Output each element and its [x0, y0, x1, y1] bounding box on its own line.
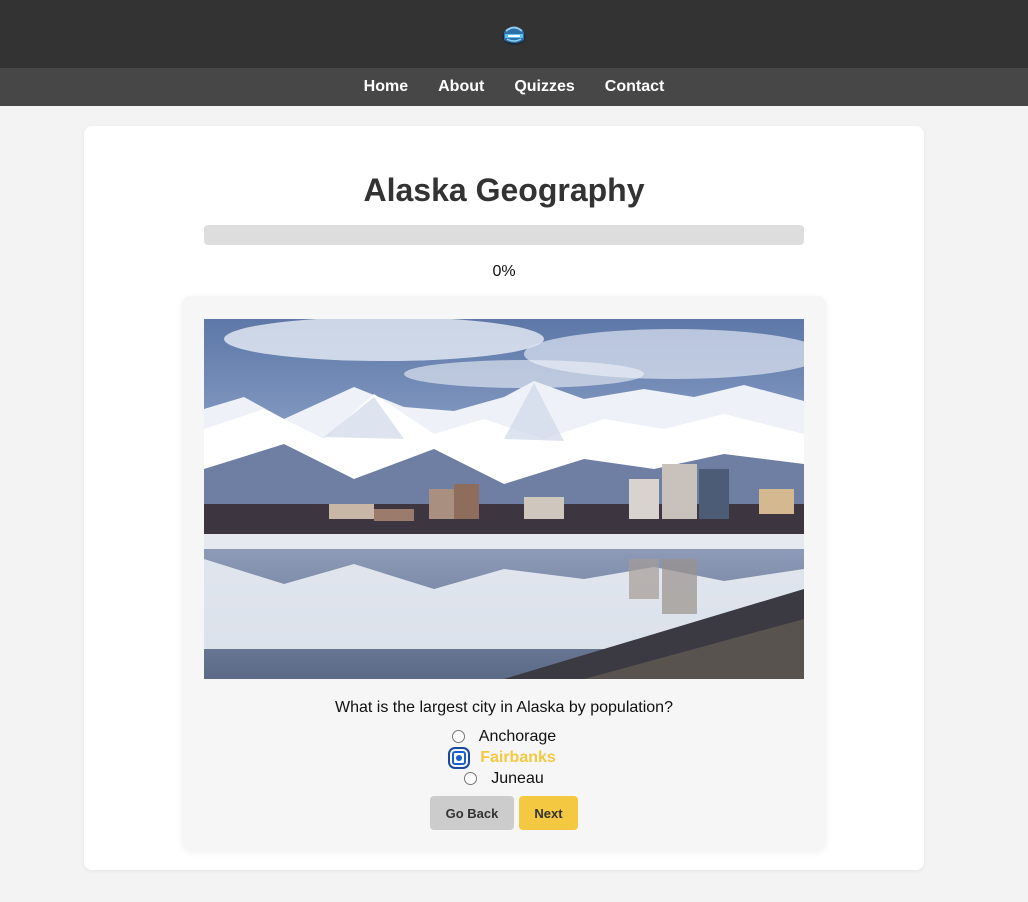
progress-bar [204, 225, 804, 245]
nav-quizzes[interactable]: Quizzes [499, 78, 589, 96]
nav-about[interactable]: About [423, 78, 499, 96]
radio-fairbanks[interactable] [448, 746, 471, 769]
quiz-buttons: Go Back Next [182, 796, 826, 830]
option-label: Juneau [491, 769, 544, 787]
nav-contact[interactable]: Contact [590, 78, 680, 96]
radio-juneau[interactable] [464, 772, 478, 785]
answer-options: Anchorage Fairbanks Juneau [182, 726, 826, 789]
option-anchorage[interactable]: Anchorage [182, 726, 826, 747]
question-box: What is the largest city in Alaska by po… [182, 296, 826, 850]
option-fairbanks[interactable]: Fairbanks [182, 746, 826, 769]
main-nav: Home About Quizzes Contact [0, 68, 1028, 106]
nav-home[interactable]: Home [349, 78, 423, 96]
stadium-logo-icon[interactable] [500, 20, 528, 48]
quiz-card: Alaska Geography 0% What is the largest … [84, 126, 924, 870]
question-text: What is the largest city in Alaska by po… [335, 699, 673, 716]
option-label: Fairbanks [480, 748, 556, 766]
anchorage-skyline-image [204, 319, 804, 679]
radio-anchorage[interactable] [451, 730, 465, 743]
site-header [0, 0, 1028, 68]
progress-text: 0% [492, 263, 516, 280]
option-juneau[interactable]: Juneau [182, 768, 826, 789]
next-button[interactable]: Next [519, 796, 578, 830]
quiz-title: Alaska Geography [363, 172, 645, 208]
go-back-button[interactable]: Go Back [430, 796, 514, 830]
option-label: Anchorage [478, 727, 557, 745]
